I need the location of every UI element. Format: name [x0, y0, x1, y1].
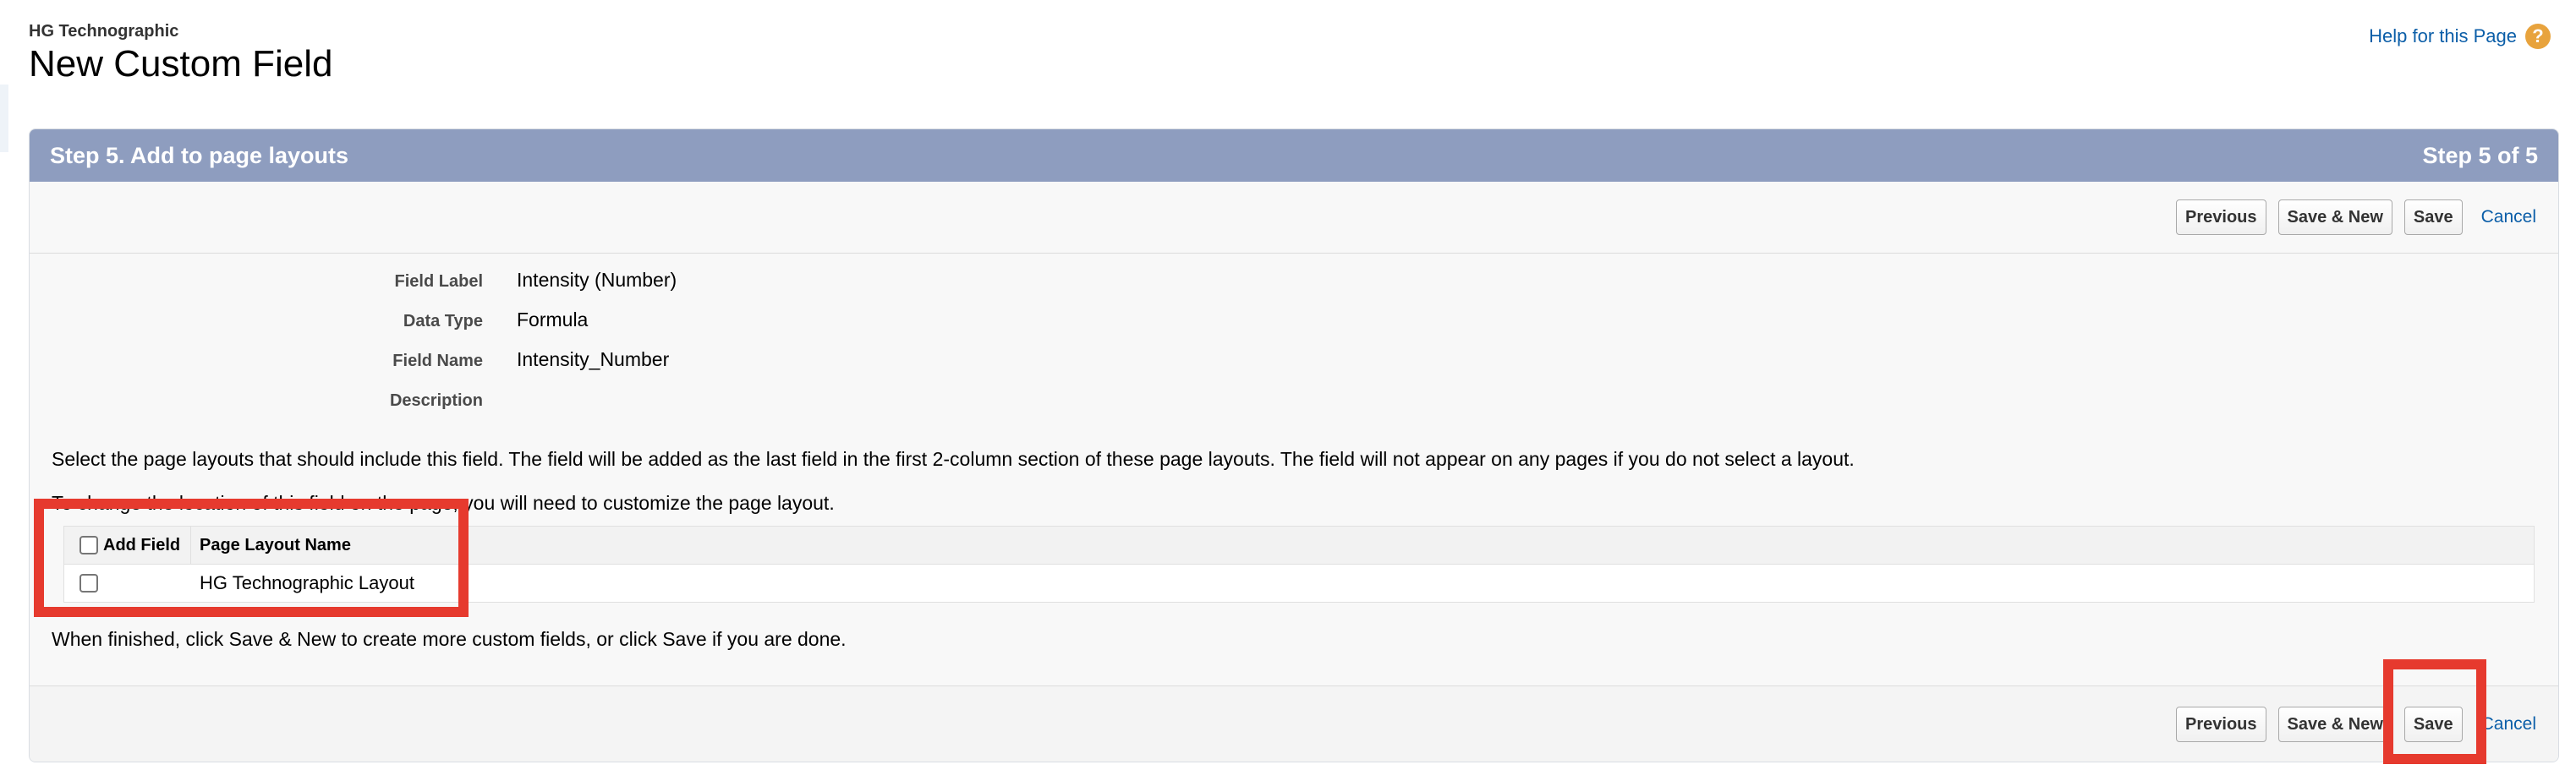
save-button-top[interactable]: Save [2403, 199, 2463, 235]
previous-button-bottom[interactable]: Previous [2176, 707, 2266, 742]
layout-name-cell: HG Technographic Layout [200, 572, 414, 593]
info-row-data-type: Data Type Formula [30, 309, 677, 348]
object-name: HG Technographic [29, 22, 179, 41]
page-layout-table: Add Field Page Layout Name HG Technograp… [63, 526, 2535, 603]
info-value: Formula [517, 309, 589, 330]
field-info: Field Label Intensity (Number) Data Type… [30, 269, 677, 428]
left-edge-strip [0, 85, 8, 152]
save-new-button-top[interactable]: Save & New [2277, 199, 2392, 235]
info-value: Intensity (Number) [517, 269, 677, 291]
cancel-link-bottom[interactable]: Cancel [2481, 714, 2536, 735]
question-icon[interactable]: ? [2525, 24, 2551, 49]
page-title: New Custom Field [29, 43, 333, 85]
step-counter: Step 5 of 5 [2422, 142, 2538, 168]
info-label: Field Name [392, 352, 483, 370]
previous-button-top[interactable]: Previous [2176, 199, 2266, 235]
info-row-field-label: Field Label Intensity (Number) [30, 269, 677, 309]
help-for-page-link[interactable]: Help for this Page [2369, 25, 2517, 47]
add-field-cell [64, 565, 191, 602]
step-header-bar: Step 5. Add to page layouts Step 5 of 5 [30, 129, 2558, 182]
save-button-bottom[interactable]: Save [2403, 707, 2463, 742]
info-label: Data Type [403, 312, 483, 330]
bottom-button-row: Previous Save & New Save Cancel [30, 685, 2558, 762]
instruction-select-layouts: Select the page layouts that should incl… [52, 448, 1855, 470]
save-new-button-bottom[interactable]: Save & New [2277, 707, 2392, 742]
table-row: HG Technographic Layout [64, 565, 2534, 602]
step-panel: Step 5. Add to page layouts Step 5 of 5 … [29, 128, 2559, 762]
add-field-header: Add Field [64, 527, 191, 564]
page-layout-name-header: Page Layout Name [200, 535, 351, 554]
info-label: Field Label [394, 272, 483, 291]
top-button-row: Previous Save & New Save Cancel [30, 182, 2558, 254]
add-field-header-label: Add Field [103, 535, 181, 554]
info-label: Description [389, 391, 483, 410]
instruction-when-finished: When finished, click Save & New to creat… [52, 628, 847, 650]
info-row-description: Description [30, 388, 677, 428]
cancel-link-top[interactable]: Cancel [2481, 207, 2536, 227]
instruction-customize-layout: To change the location of this field on … [52, 492, 835, 514]
info-value: Intensity_Number [517, 348, 670, 370]
step-content: Field Label Intensity (Number) Data Type… [30, 254, 2558, 685]
add-field-checkbox[interactable] [79, 574, 98, 593]
page-header: HG Technographic New Custom Field [29, 22, 332, 85]
select-all-checkbox[interactable] [79, 536, 98, 554]
info-row-field-name: Field Name Intensity_Number [30, 348, 677, 388]
table-header-row: Add Field Page Layout Name [64, 527, 2534, 565]
help-area: Help for this Page ? [2369, 24, 2551, 49]
step-title: Step 5. Add to page layouts [50, 142, 349, 168]
